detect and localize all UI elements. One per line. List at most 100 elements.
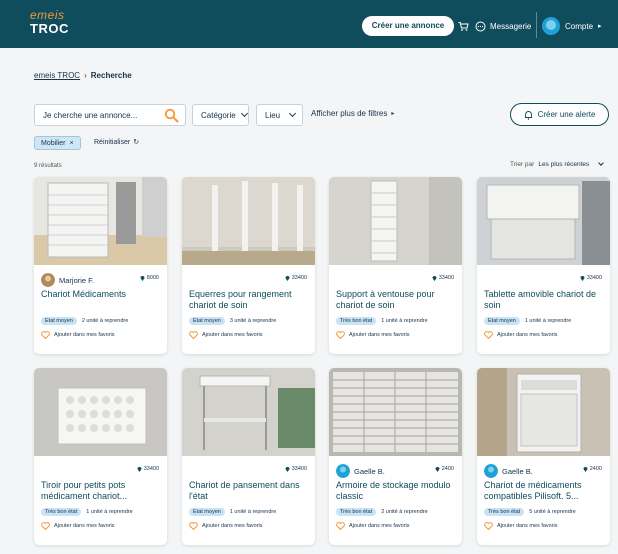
add-favorite-button[interactable]: Ajouter dans mes favoris xyxy=(336,331,410,339)
listing-photo xyxy=(34,177,167,265)
location-value: 2400 xyxy=(589,466,602,472)
add-favorite-button[interactable]: Ajouter dans mes favoris xyxy=(336,522,410,530)
sort-control[interactable]: Trier par Les plus récentes xyxy=(510,160,605,168)
location-value: 33400 xyxy=(291,466,307,472)
heart-icon xyxy=(189,522,198,530)
heart-icon xyxy=(484,331,493,339)
results-count: 9 résultats xyxy=(34,163,62,169)
location-value: 33400 xyxy=(438,275,454,281)
messaging-label: Messagerie xyxy=(490,21,532,31)
listing-title[interactable]: Equerres pour rangement chariot de soin xyxy=(189,289,311,311)
condition-row: Etat moyen 1 unité à reprendre xyxy=(484,317,571,325)
location-value: 33400 xyxy=(586,275,602,281)
bell-icon xyxy=(524,110,532,120)
category-select[interactable]: Catégorie xyxy=(192,104,249,126)
more-filters-label: Afficher plus de filtres xyxy=(311,109,388,118)
location-value: 33400 xyxy=(143,466,159,472)
chevron-down-icon xyxy=(289,109,297,118)
chevron-down-icon xyxy=(240,109,248,118)
heart-icon xyxy=(484,522,493,530)
listing-card[interactable]: 33400 Support à ventouse pour chariot de… xyxy=(329,177,462,354)
units-text: 1 unité à reprendre xyxy=(86,509,133,515)
listing-title[interactable]: Chariot de pansement dans l'état xyxy=(189,480,311,502)
add-favorite-button[interactable]: Ajouter dans mes favoris xyxy=(41,331,115,339)
listing-title[interactable]: Tablette amovible chariot de soin xyxy=(484,289,606,311)
listing-photo xyxy=(34,368,167,456)
heart-icon xyxy=(41,522,50,530)
heart-icon xyxy=(189,331,198,339)
heart-icon xyxy=(336,331,345,339)
search-icon[interactable] xyxy=(164,108,179,123)
units-text: 1 unité à reprendre xyxy=(524,318,572,324)
condition-row: Très bon état 2 unité à reprendre xyxy=(336,508,428,516)
logo-emeis: emeis xyxy=(30,8,65,22)
listing-photo xyxy=(477,177,610,265)
add-favorite-button[interactable]: Ajouter dans mes favoris xyxy=(189,522,263,530)
condition-badge: Etat moyen xyxy=(189,508,225,516)
location-value: 2400 xyxy=(441,466,454,472)
seller-avatar xyxy=(336,464,350,478)
favorite-label: Ajouter dans mes favoris xyxy=(202,523,263,529)
favorite-label: Ajouter dans mes favoris xyxy=(497,523,558,529)
emeis-troc-logo[interactable]: emeis TROC xyxy=(30,9,69,35)
listing-title[interactable]: Chariot Médicaments xyxy=(41,289,163,300)
condition-badge: Très bon état xyxy=(484,508,525,516)
listing-title[interactable]: Tiroir pour petits pots médicament chari… xyxy=(41,480,163,502)
sort-value: Les plus récentes xyxy=(538,161,590,168)
listing-card[interactable]: Gaelle B. 2400 Chariot de médicaments co… xyxy=(477,368,610,545)
caret-right-icon: ▸ xyxy=(391,111,395,117)
create-listing-button[interactable]: Créer une annonce xyxy=(362,16,454,36)
units-text: 2 unité à reprendre xyxy=(381,509,428,515)
reset-label: Réinitialiser xyxy=(94,138,131,146)
condition-badge: Très bon état xyxy=(336,317,377,325)
breadcrumb-home[interactable]: emeis TROC xyxy=(34,71,80,80)
listing-card[interactable]: 33400 Tiroir pour petits pots médicament… xyxy=(34,368,167,545)
active-filter-chip[interactable]: Mobilier × xyxy=(34,136,81,150)
add-favorite-button[interactable]: Ajouter dans mes favoris xyxy=(484,331,558,339)
account-label: Compte xyxy=(565,21,594,31)
add-favorite-button[interactable]: Ajouter dans mes favoris xyxy=(41,522,115,530)
listing-card[interactable]: 33400 Tablette amovible chariot de soin … xyxy=(477,177,610,354)
account-menu[interactable]: Compte ▸ xyxy=(542,16,602,36)
favorite-label: Ajouter dans mes favoris xyxy=(202,332,263,338)
listing-title[interactable]: Armoire de stockage modulo classic xyxy=(336,480,458,502)
listing-card[interactable]: Marjorie F. 8000 Chariot Médicaments Eta… xyxy=(34,177,167,354)
listing-photo xyxy=(477,368,610,456)
seller-avatar xyxy=(41,273,55,287)
add-favorite-button[interactable]: Ajouter dans mes favoris xyxy=(484,522,558,530)
close-icon[interactable]: × xyxy=(70,140,74,147)
units-text: 1 unité à reprendre xyxy=(229,509,277,515)
messaging-link[interactable]: Messagerie xyxy=(475,16,531,36)
location-select[interactable]: Lieu xyxy=(256,104,303,126)
location-pin-icon xyxy=(285,276,290,281)
favorite-label: Ajouter dans mes favoris xyxy=(497,332,558,338)
condition-row: Très bon état 1 unité à reprendre xyxy=(41,508,133,516)
location-pin-icon xyxy=(435,467,440,472)
location: 33400 xyxy=(137,466,159,472)
top-header: emeis TROC Créer une annonce Messagerie … xyxy=(0,0,618,48)
condition-badge: Etat moyen xyxy=(189,317,225,325)
logo-troc: TROC xyxy=(30,21,69,36)
more-filters-link[interactable]: Afficher plus de filtres ▸ xyxy=(311,109,394,118)
location-pin-icon xyxy=(432,276,437,281)
location: 33400 xyxy=(285,275,307,281)
listing-card[interactable]: Gaelle B. 2400 Armoire de stockage modul… xyxy=(329,368,462,545)
listing-card[interactable]: 33400 Chariot de pansement dans l'état E… xyxy=(182,368,315,545)
create-alert-button[interactable]: Créer une alerte xyxy=(510,103,609,126)
favorite-label: Ajouter dans mes favoris xyxy=(349,523,410,529)
seller-name: Marjorie F. xyxy=(59,275,95,285)
listing-photo xyxy=(329,177,462,265)
listing-card[interactable]: 33400 Equerres pour rangement chariot de… xyxy=(182,177,315,354)
listing-title[interactable]: Chariot de médicaments compatibles Pilis… xyxy=(484,480,606,502)
location: 2400 xyxy=(435,466,454,472)
search-input[interactable] xyxy=(43,108,163,122)
condition-badge: Etat moyen xyxy=(41,317,77,325)
cart-icon[interactable] xyxy=(458,16,469,36)
listing-title[interactable]: Support à ventouse pour chariot de soin xyxy=(336,289,458,311)
reset-filters-link[interactable]: Réinitialiser ↻ xyxy=(94,138,139,147)
add-favorite-button[interactable]: Ajouter dans mes favoris xyxy=(189,331,263,339)
favorite-label: Ajouter dans mes favoris xyxy=(54,332,115,338)
location-pin-icon xyxy=(140,276,145,281)
account-avatar xyxy=(542,17,560,35)
condition-row: Très bon état 1 unité à reprendre xyxy=(336,317,428,325)
